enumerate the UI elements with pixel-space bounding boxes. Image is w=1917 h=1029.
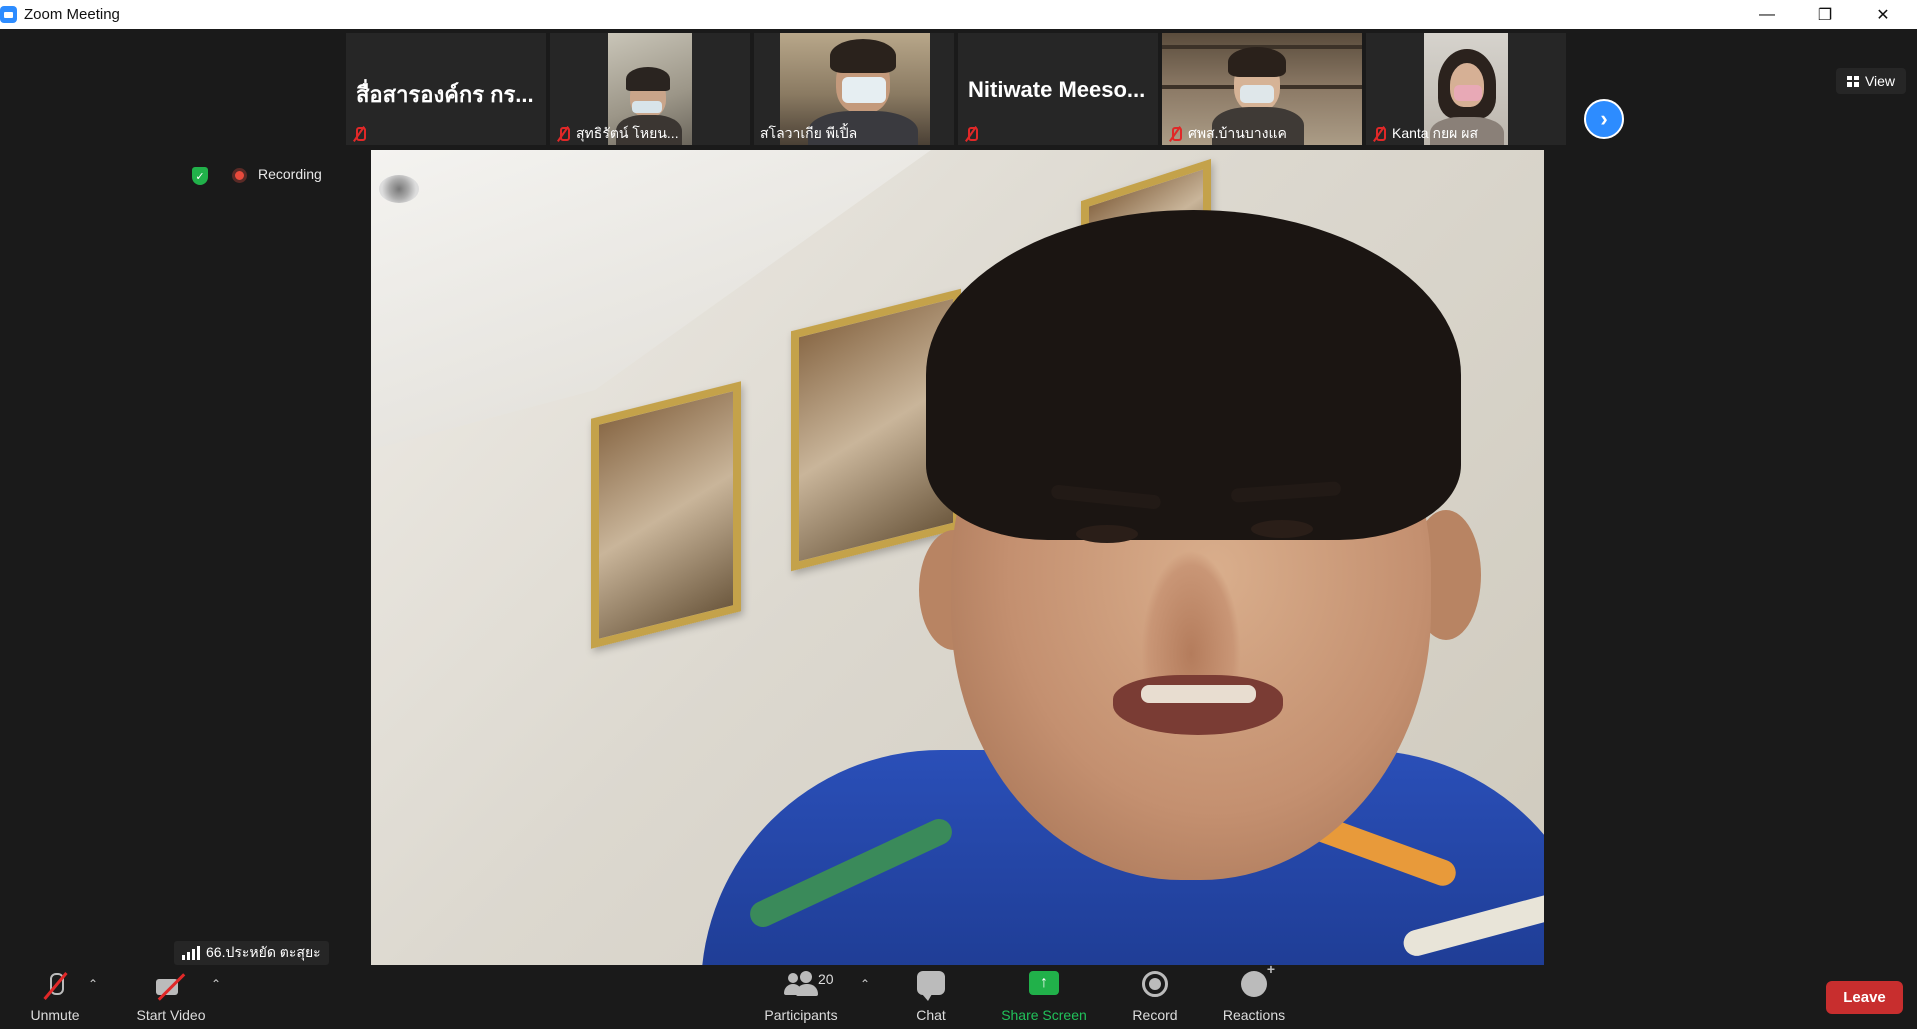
- restore-button[interactable]: ❐: [1796, 0, 1854, 29]
- reactions-button[interactable]: Reactions: [1216, 961, 1292, 1029]
- recording-icon: [232, 168, 247, 183]
- video-off-icon: [154, 971, 188, 1001]
- record-label: Record: [1132, 1007, 1178, 1023]
- share-screen-icon: ↑: [1029, 971, 1059, 995]
- active-speaker-label: 66.ประหยัด ตะสุยะ: [174, 941, 329, 965]
- unmute-label: Unmute: [30, 1007, 80, 1023]
- reactions-label: Reactions: [1222, 1007, 1286, 1023]
- title-bar: Zoom Meeting — ❐ ✕: [0, 0, 1917, 29]
- window-title: Zoom Meeting: [24, 6, 120, 23]
- view-label: View: [1864, 73, 1896, 89]
- record-icon: [1142, 971, 1168, 997]
- grid-view-icon: [1846, 75, 1859, 87]
- leave-button[interactable]: Leave: [1826, 981, 1903, 1014]
- zoom-app-icon: [0, 6, 17, 23]
- minimize-button[interactable]: —: [1738, 0, 1796, 29]
- active-speaker-name: 66.ประหยัด ตะสุยะ: [206, 944, 321, 960]
- mic-muted-icon: [556, 126, 570, 142]
- participant-tile[interactable]: สื่อสารองค์กร กร...: [346, 33, 546, 145]
- speaker-hair: [926, 210, 1461, 540]
- smoke-detector: [379, 175, 419, 203]
- active-speaker-video[interactable]: [371, 150, 1544, 965]
- participants-label: Participants: [764, 1007, 838, 1023]
- chat-icon: [917, 971, 945, 1001]
- signal-strength-icon: [182, 946, 200, 960]
- chat-button[interactable]: Chat: [900, 965, 962, 1029]
- start-video-label: Start Video: [136, 1007, 206, 1023]
- participant-name: สโลวาเกีย พีเปิ้ล: [760, 125, 858, 141]
- participant-name: ศพส.บ้านบางแค: [1188, 125, 1287, 141]
- participant-name: สื่อสารองค์กร กร...: [356, 82, 534, 107]
- participant-tile[interactable]: ศพส.บ้านบางแค: [1162, 33, 1362, 145]
- record-button[interactable]: Record: [1122, 965, 1188, 1029]
- participant-count: 20: [818, 971, 834, 987]
- mic-muted-icon: [964, 126, 978, 142]
- participant-tile[interactable]: สุทธิรัตน์ โหยน...: [550, 33, 750, 145]
- next-page-button[interactable]: ›: [1584, 99, 1624, 139]
- participants-icon: [784, 971, 818, 997]
- participant-tile[interactable]: สโลวาเกีย พีเปิ้ล: [754, 33, 954, 145]
- close-button[interactable]: ✕: [1854, 0, 1912, 29]
- share-screen-label: Share Screen: [1001, 1007, 1087, 1023]
- share-screen-button[interactable]: ↑ Share Screen: [994, 965, 1094, 1029]
- participant-name: Nitiwate Meeso...: [968, 77, 1146, 102]
- mic-muted-icon: [1168, 126, 1182, 142]
- view-button[interactable]: View: [1836, 68, 1906, 94]
- participants-button[interactable]: 20 Participants: [756, 965, 846, 1029]
- reactions-icon: [1241, 961, 1275, 997]
- audio-options-caret-icon[interactable]: ⌃: [88, 977, 98, 991]
- participant-tile[interactable]: Nitiwate Meeso...: [958, 33, 1158, 145]
- chat-label: Chat: [916, 1007, 946, 1023]
- video-options-caret-icon[interactable]: ⌃: [211, 977, 221, 991]
- unmute-button[interactable]: Unmute: [20, 965, 90, 1029]
- wall-portrait: [591, 381, 741, 649]
- mic-muted-icon: [42, 971, 68, 1001]
- start-video-button[interactable]: Start Video: [126, 965, 216, 1029]
- participants-options-caret-icon[interactable]: ⌃: [860, 977, 870, 991]
- participant-strip: สื่อสารองค์กร กร... สุทธิรัตน์ โหยน... ส…: [0, 29, 1917, 148]
- mic-muted-icon: [1372, 126, 1386, 142]
- recording-label: Recording: [258, 166, 322, 182]
- mic-muted-icon: [352, 126, 366, 142]
- participant-name: Kanta กยผ ผส: [1392, 125, 1478, 141]
- participant-tile[interactable]: Kanta กยผ ผส: [1366, 33, 1566, 145]
- encryption-shield-icon[interactable]: ✓: [192, 167, 208, 185]
- participant-name: สุทธิรัตน์ โหยน...: [576, 125, 679, 141]
- meeting-toolbar: Unmute ⌃ Start Video ⌃ 20 Participants ⌃…: [0, 961, 1917, 1029]
- zoom-window: Zoom Meeting — ❐ ✕ สื่อสารองค์กร กร... ส…: [0, 0, 1917, 1029]
